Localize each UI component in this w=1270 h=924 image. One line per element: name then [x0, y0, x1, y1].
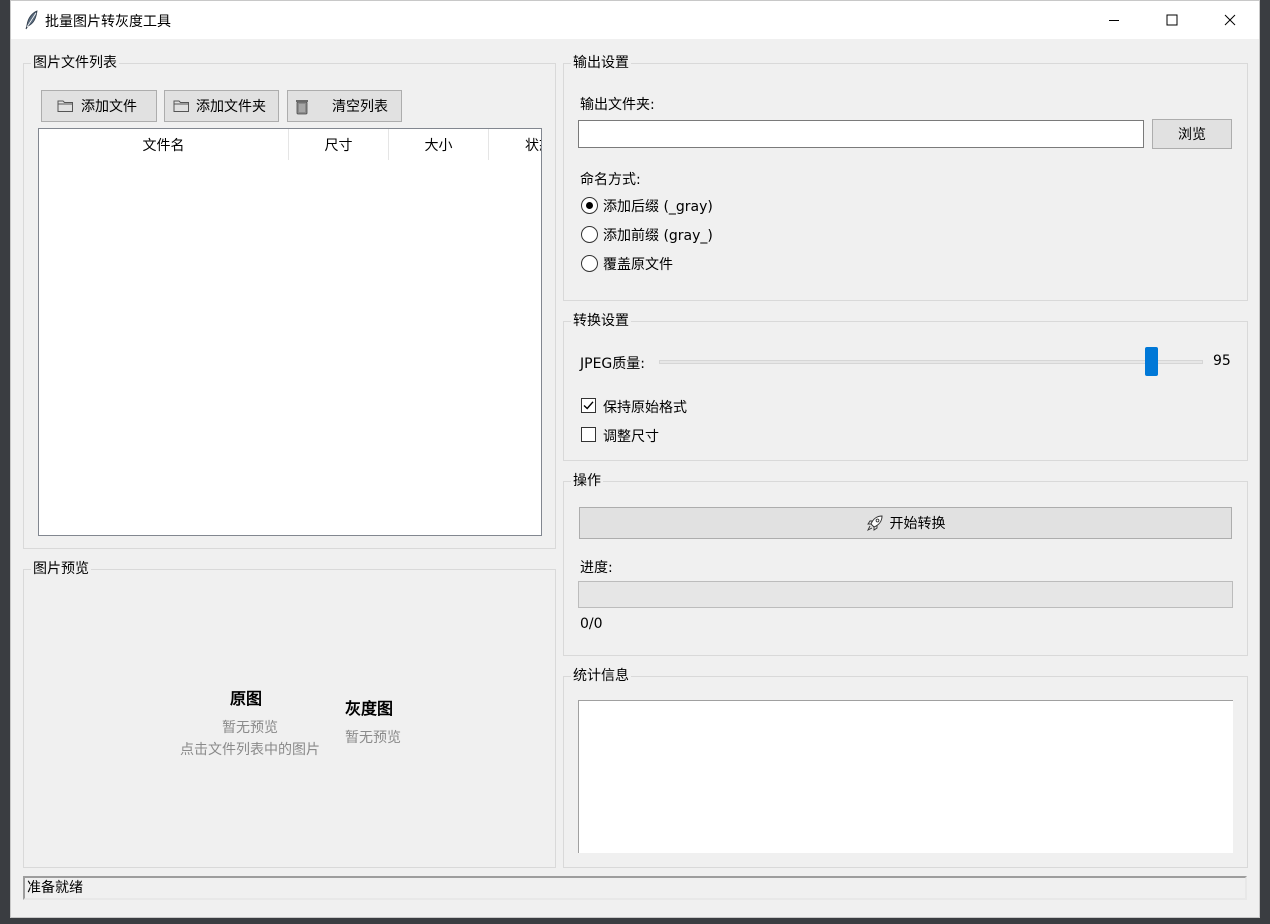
radio-overwrite[interactable]	[581, 255, 598, 272]
stats-group-label: 统计信息	[571, 667, 631, 685]
main-window: 批量图片转灰度工具 图片文件列表 添加文件 添加文件夹 清空列表 文件名 尺寸 …	[10, 0, 1260, 918]
folder-icon	[173, 100, 189, 112]
status-bar: 准备就绪	[23, 876, 1247, 900]
progress-bar	[578, 581, 1233, 608]
conversion-settings-group	[563, 321, 1248, 461]
radio-overwrite-label[interactable]: 覆盖原文件	[603, 254, 673, 274]
column-header-dimensions[interactable]: 尺寸	[289, 129, 389, 160]
radio-indicator	[581, 226, 598, 243]
browse-button[interactable]: 浏览	[1152, 119, 1232, 149]
checkmark-icon	[583, 401, 594, 410]
output-settings-group-label: 输出设置	[571, 54, 631, 72]
clear-list-button[interactable]: 清空列表	[287, 90, 402, 122]
column-header-status[interactable]: 状态	[489, 129, 541, 160]
radio-add-prefix[interactable]	[581, 226, 598, 243]
radio-indicator	[581, 197, 598, 214]
original-image-title: 原图	[230, 689, 263, 708]
minimize-icon	[1109, 20, 1119, 21]
file-table[interactable]: 文件名 尺寸 大小 状态	[38, 128, 542, 536]
grayscale-image-title: 灰度图	[345, 699, 394, 718]
title-bar: 批量图片转灰度工具	[11, 1, 1259, 39]
operation-group-label: 操作	[571, 472, 603, 490]
preview-group-label: 图片预览	[31, 560, 91, 578]
resize-checkbox[interactable]	[581, 427, 596, 442]
keep-format-checkbox[interactable]	[581, 398, 596, 413]
clear-list-label: 清空列表	[332, 99, 388, 115]
maximize-button[interactable]	[1143, 1, 1201, 39]
close-button[interactable]	[1201, 1, 1259, 39]
column-header-filename[interactable]: 文件名	[39, 129, 289, 160]
output-folder-label: 输出文件夹:	[580, 97, 655, 113]
conversion-settings-group-label: 转换设置	[571, 312, 631, 330]
add-file-label: 添加文件	[81, 99, 137, 115]
original-preview-placeholder: 暂无预览	[222, 720, 278, 736]
start-conversion-label: 开始转换	[889, 516, 946, 532]
jpeg-quality-label: JPEG质量:	[580, 356, 645, 372]
feather-icon	[25, 10, 38, 30]
radio-add-suffix[interactable]	[581, 197, 598, 214]
jpeg-quality-slider-track[interactable]	[659, 360, 1203, 364]
close-icon	[1224, 14, 1236, 26]
start-conversion-button[interactable]: 开始转换	[579, 507, 1232, 539]
folder-icon	[57, 100, 73, 112]
window-title: 批量图片转灰度工具	[45, 14, 171, 30]
stats-text-area[interactable]	[578, 700, 1233, 853]
jpeg-quality-slider-thumb[interactable]	[1145, 347, 1158, 376]
resize-label[interactable]: 调整尺寸	[603, 426, 659, 446]
progress-label: 进度:	[580, 560, 613, 576]
maximize-icon	[1166, 14, 1178, 26]
naming-method-label: 命名方式:	[580, 172, 641, 188]
radio-add-prefix-label[interactable]: 添加前缀 (gray_)	[603, 225, 713, 245]
radio-indicator	[581, 255, 598, 272]
progress-count: 0/0	[580, 616, 603, 632]
output-folder-field[interactable]	[578, 120, 1144, 148]
keep-format-label[interactable]: 保持原始格式	[603, 397, 687, 417]
add-file-button[interactable]: 添加文件	[41, 90, 157, 122]
add-folder-label: 添加文件夹	[196, 99, 266, 115]
rocket-icon	[866, 515, 883, 532]
radio-add-suffix-label[interactable]: 添加后缀 (_gray)	[603, 196, 713, 216]
original-preview-hint: 点击文件列表中的图片	[180, 742, 320, 758]
add-folder-button[interactable]: 添加文件夹	[164, 90, 279, 122]
trash-icon	[296, 99, 308, 114]
minimize-button[interactable]	[1085, 1, 1143, 39]
grayscale-preview-placeholder: 暂无预览	[345, 730, 401, 746]
jpeg-quality-value: 95	[1213, 353, 1231, 369]
column-header-size[interactable]: 大小	[389, 129, 489, 160]
file-list-group-label: 图片文件列表	[31, 54, 119, 72]
